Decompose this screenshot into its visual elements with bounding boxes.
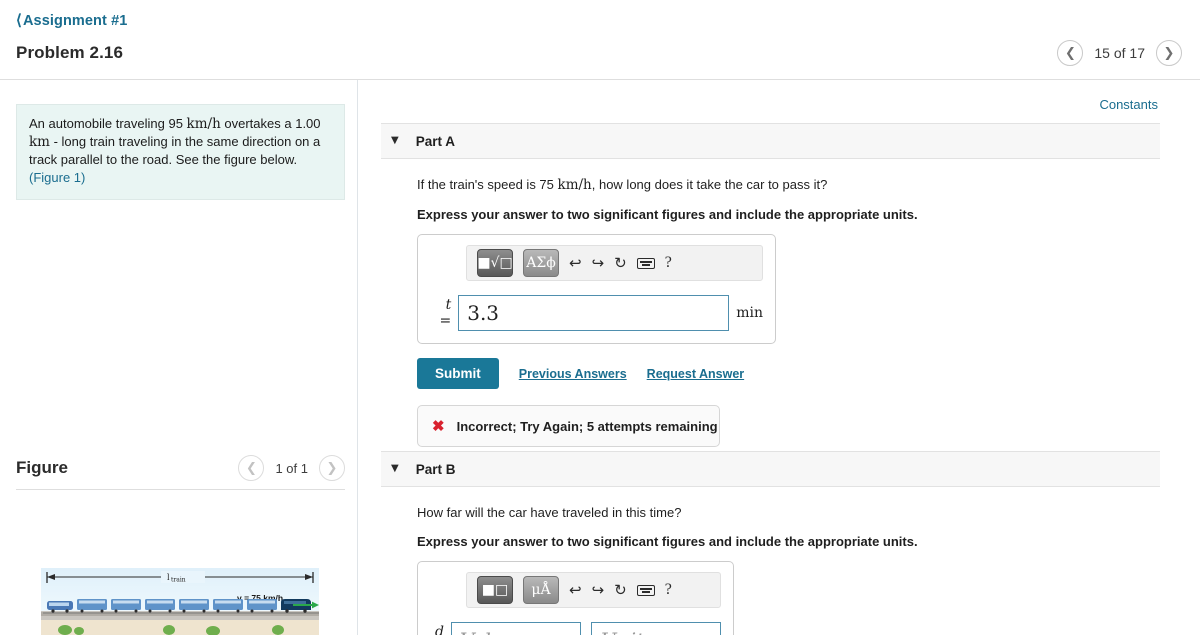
problem-text-1: An automobile traveling 95 [29, 116, 187, 131]
part-a-variable: t [445, 297, 452, 313]
figure-title: Figure [16, 458, 68, 477]
part-a-header[interactable]: ▼ Part A [381, 123, 1160, 159]
figure-image[interactable]: l train v = 75 km/h [41, 568, 319, 635]
redo-icon[interactable]: ↪ [592, 255, 605, 271]
part-b-variable-label: d = [430, 624, 444, 635]
part-a-actions: Submit Previous Answers Request Answer [417, 358, 1160, 389]
part-b-instruction: Express your answer to two significant f… [417, 534, 918, 549]
caret-down-icon[interactable]: ▼ [391, 136, 399, 146]
greek-symbols-icon[interactable]: ΑΣϕ [523, 249, 559, 277]
caret-down-icon[interactable]: ▼ [391, 464, 399, 474]
part-a-answer-input[interactable] [458, 295, 730, 331]
part-b-units-input[interactable] [591, 622, 721, 635]
part-a-math-toolbar: ■√□ ΑΣϕ ↩ ↪ ↻ ? [466, 245, 763, 281]
part-a-question-post: , how long does it take the car to pass … [591, 177, 828, 192]
part-b-block: ▼ Part B How far will the car have trave… [381, 451, 1160, 635]
next-figure-button[interactable]: ❯ [319, 455, 345, 481]
figure-divider [16, 489, 345, 490]
problem-pager: ❮ 15 of 17 ❯ [1057, 40, 1182, 66]
part-a-label: Part A [415, 133, 455, 149]
part-a-question: If the train's speed is 75 km/h, how lon… [417, 177, 1160, 193]
part-a-feedback: ✖ Incorrect; Try Again; 5 attempts remai… [417, 405, 720, 447]
keyboard-icon[interactable] [636, 257, 655, 269]
previous-figure-button[interactable]: ❮ [238, 455, 265, 481]
back-link-label: Assignment #1 [22, 12, 128, 29]
problem-page-indicator: 15 of 17 [1094, 45, 1145, 61]
part-a-submit-button[interactable]: Submit [417, 358, 499, 389]
units-symbols-icon[interactable]: μÅ [523, 576, 559, 604]
figure-pager: ❮ 1 of 1 ❯ [238, 455, 345, 481]
part-b-math-toolbar: ■□ μÅ ↩ ↪ ↻ ? [466, 572, 721, 608]
part-b-label: Part B [415, 461, 456, 477]
part-b-value-input[interactable] [451, 622, 581, 635]
constants-link[interactable]: Constants [1099, 97, 1158, 112]
reset-icon[interactable]: ↻ [614, 582, 627, 598]
part-b-field-row: d = [430, 622, 721, 635]
undo-icon[interactable]: ↩ [569, 255, 582, 271]
part-a-feedback-text: Incorrect; Try Again; 5 attempts remaini… [456, 418, 718, 434]
part-a-block: ▼ Part A If the train's speed is 75 km/h… [381, 123, 1160, 447]
part-a-field-row: t = min [430, 295, 763, 331]
page-title: Problem 2.16 [16, 43, 124, 62]
keyboard-icon[interactable] [636, 584, 655, 596]
part-a-answer-box: ■√□ ΑΣϕ ↩ ↪ ↻ ? t = 3.3 min [417, 234, 776, 344]
part-b-greek-glyph: μÅ [531, 582, 551, 598]
topbar: ⟨ Assignment #1 [0, 0, 1200, 30]
figure-length-label: l [167, 573, 170, 582]
part-b-variable: d [435, 624, 444, 635]
math-template-fraction-icon[interactable]: ■□ [477, 576, 513, 604]
part-b-template-glyph: ■□ [481, 582, 509, 598]
content-area: An automobile traveling 95 km/h overtake… [0, 80, 1200, 635]
part-b-answer-box: ■□ μÅ ↩ ↪ ↻ ? d Value Units [417, 561, 734, 635]
problem-page: ⟨ Assignment #1 Problem 2.16 ❮ 15 of 17 … [0, 0, 1200, 635]
problem-text-3: - long train traveling in the same direc… [29, 134, 321, 167]
previous-problem-button[interactable]: ❮ [1057, 40, 1084, 66]
part-a-unit-suffix: min [736, 305, 763, 321]
next-problem-button[interactable]: ❯ [1156, 40, 1182, 66]
figure-header: Figure ❮ 1 of 1 ❯ [16, 455, 345, 481]
train-diagram-svg: l train v = 75 km/h [41, 568, 319, 635]
back-to-assignment-link[interactable]: ⟨ Assignment #1 [16, 13, 127, 29]
part-b-body: How far will the car have traveled in th… [381, 487, 1160, 635]
figure-1-link[interactable]: (Figure 1) [29, 170, 85, 185]
part-a-question-pre: If the train's speed is 75 [417, 177, 558, 192]
part-b-question: How far will the car have traveled in th… [417, 505, 682, 520]
left-pane: An automobile traveling 95 km/h overtake… [0, 80, 357, 635]
undo-icon[interactable]: ↩ [569, 582, 582, 598]
reset-icon[interactable]: ↻ [614, 255, 627, 271]
part-a-body: If the train's speed is 75 km/h, how lon… [381, 159, 1160, 447]
help-question-icon[interactable]: ? [665, 255, 672, 271]
redo-icon[interactable]: ↪ [592, 582, 605, 598]
part-a-question-unit: km/h [557, 177, 592, 193]
chevron-left-icon: ⟨ [16, 12, 22, 29]
part-b-header[interactable]: ▼ Part B [381, 451, 1160, 487]
right-pane: Constants ▼ Part A If the train's speed … [358, 80, 1200, 635]
problem-unit-1: km/h [186, 116, 221, 132]
part-a-greek-glyph: ΑΣϕ [526, 255, 556, 271]
part-a-template-glyph: ■√□ [477, 255, 513, 271]
part-a-previous-answers-link[interactable]: Previous Answers [519, 367, 627, 381]
part-a-instruction: Express your answer to two significant f… [417, 207, 918, 222]
part-a-equals: = [439, 313, 452, 329]
math-template-sqrt-icon[interactable]: ■√□ [477, 249, 513, 277]
problem-text-2: overtakes a 1.00 [220, 116, 321, 131]
x-mark-icon: ✖ [432, 417, 445, 435]
title-row: Problem 2.16 ❮ 15 of 17 ❯ [0, 30, 1200, 66]
part-a-variable-label: t = [430, 297, 451, 329]
help-question-icon[interactable]: ? [665, 582, 672, 598]
figure-page-indicator: 1 of 1 [275, 460, 308, 476]
problem-unit-2: km [29, 134, 50, 150]
part-a-request-answer-link[interactable]: Request Answer [647, 367, 744, 381]
svg-text:train: train [171, 577, 186, 584]
problem-statement: An automobile traveling 95 km/h overtake… [16, 104, 345, 200]
